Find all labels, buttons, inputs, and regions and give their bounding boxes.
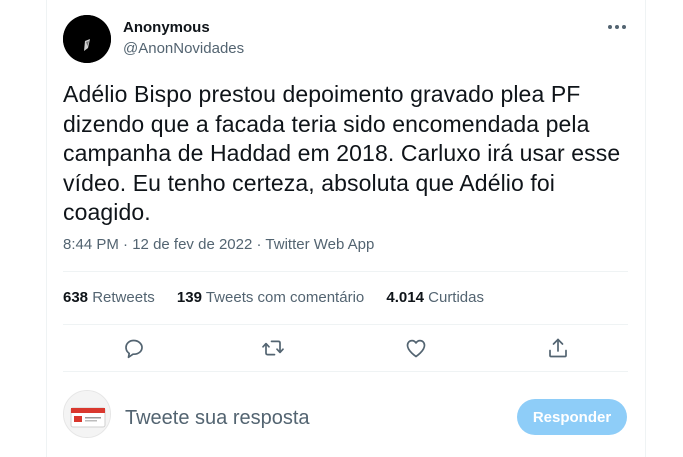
tweet-actions xyxy=(63,326,628,370)
like-icon[interactable] xyxy=(404,336,430,362)
avatar-mask-icon xyxy=(63,15,111,63)
retweet-icon[interactable] xyxy=(261,336,287,362)
author-display-name[interactable]: Anonymous xyxy=(123,19,210,36)
quotes-stat[interactable]: 139 Tweets com comentário xyxy=(177,289,364,306)
tweet-time[interactable]: 8:44 PM xyxy=(63,236,119,253)
likes-label: Curtidas xyxy=(428,289,484,306)
divider xyxy=(63,324,628,325)
meta-separator: · xyxy=(123,236,129,253)
retweets-label: Retweets xyxy=(92,289,155,306)
tweet-date[interactable]: 12 de fev de 2022 xyxy=(132,236,252,253)
retweets-stat[interactable]: 638 Retweets xyxy=(63,289,155,306)
likes-stat[interactable]: 4.014 Curtidas xyxy=(386,289,484,306)
reply-input[interactable] xyxy=(125,405,495,431)
author-avatar[interactable] xyxy=(63,15,111,63)
tweet-stats: 638 Retweets 139 Tweets com comentário 4… xyxy=(63,289,502,306)
quotes-count: 139 xyxy=(176,289,202,306)
reply-button[interactable]: Responder xyxy=(517,399,627,435)
quotes-label: Tweets com comentário xyxy=(205,289,365,306)
tweet-metadata: 8:44 PM · 12 de fev de 2022 · Twitter We… xyxy=(63,236,374,253)
divider xyxy=(63,271,628,272)
retweets-count: 638 xyxy=(63,289,89,306)
user-avatar[interactable] xyxy=(63,390,111,438)
author-handle[interactable]: @AnonNovidades xyxy=(123,40,244,57)
card-image-icon xyxy=(64,391,110,437)
meta-separator: · xyxy=(256,236,262,253)
tweet-column xyxy=(46,0,646,457)
tweet-source[interactable]: Twitter Web App xyxy=(265,236,374,253)
tweet-text: Adélio Bispo prestou depoimento gravado … xyxy=(63,81,621,225)
share-icon[interactable] xyxy=(546,336,572,362)
divider xyxy=(63,371,628,372)
more-options-icon[interactable] xyxy=(606,17,634,37)
likes-count: 4.014 xyxy=(386,289,424,306)
reply-icon[interactable] xyxy=(122,336,148,362)
